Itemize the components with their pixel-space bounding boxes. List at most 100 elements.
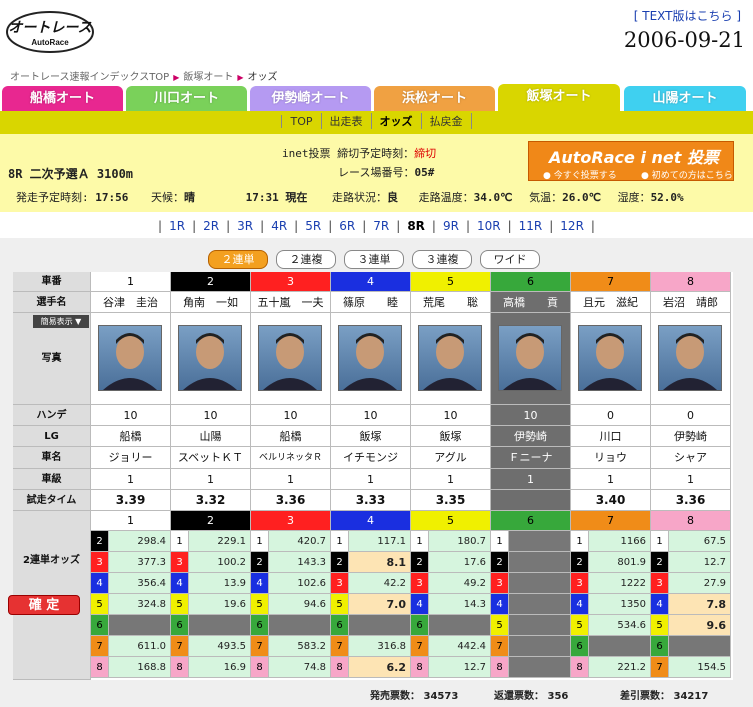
bet-type-3[interactable]: ３連複 [412,250,472,269]
text-version-link[interactable]: [ TEXT版はこちら ] [634,7,741,24]
odds-value[interactable] [509,657,571,678]
odds-value[interactable]: 611.0 [109,636,171,657]
car-name-value: シャア [651,447,731,469]
race-nav-10[interactable]: 10R [470,214,508,238]
odds-value[interactable]: 801.9 [589,552,651,573]
odds-value[interactable]: 13.9 [189,573,251,594]
odds-value[interactable]: 1350 [589,594,651,615]
odds-value[interactable]: 12.7 [669,552,731,573]
odds-value[interactable] [509,594,571,615]
bet-type-4[interactable]: ワイド [480,250,540,269]
view-select[interactable]: 簡易表示 ▼ [33,315,89,328]
tab-hamamatsu[interactable]: 浜松オート [374,86,495,112]
odds-value[interactable] [509,636,571,657]
race-nav-8[interactable]: 8R [400,214,432,238]
odds-value[interactable] [349,615,411,636]
odds-value[interactable]: 42.2 [349,573,411,594]
odds-value[interactable]: 356.4 [109,573,171,594]
odds-value[interactable]: 12.7 [429,657,491,678]
odds-value[interactable]: 420.7 [269,531,331,552]
odds-value[interactable]: 316.8 [349,636,411,657]
race-nav-3[interactable]: 3R [230,214,260,238]
odds-value[interactable] [189,615,251,636]
odds-value[interactable] [109,615,171,636]
odds-partner-no: 3 [651,573,669,594]
subnav-odds[interactable]: オッズ [370,113,421,129]
odds-value[interactable]: 17.6 [429,552,491,573]
odds-value[interactable]: 377.3 [109,552,171,573]
race-nav-11[interactable]: 11R [512,214,550,238]
breadcrumb-top[interactable]: オートレース速報インデックスTOP [10,72,169,83]
odds-value[interactable]: 27.9 [669,573,731,594]
race-conditions: 発走予定時刻: 17:56 天候：晴 17:31 現在 走路状況：良 走路温度：… [16,191,684,204]
odds-value[interactable]: 16.9 [189,657,251,678]
subnav-top[interactable]: TOP [281,115,320,128]
race-nav-1[interactable]: 1R [162,214,192,238]
lg-value: 船橋 [251,426,331,447]
odds-partner-no: 4 [411,594,429,615]
odds-value[interactable] [269,615,331,636]
odds-value[interactable]: 180.7 [429,531,491,552]
bet-type-0[interactable]: ２連単 [208,250,268,269]
race-nav-7[interactable]: 7R [366,214,396,238]
odds-value[interactable]: 143.3 [269,552,331,573]
race-nav-4[interactable]: 4R [264,214,294,238]
odds-value[interactable]: 8.1 [349,552,411,573]
odds-value[interactable]: 9.6 [669,615,731,636]
racer-photo-cell [171,313,251,405]
tab-funabashi[interactable]: 船橋オート [2,86,123,112]
tab-kawaguchi[interactable]: 川口オート [126,86,247,112]
breadcrumb-venue[interactable]: 飯塚オート [183,72,233,83]
banner-vote-now[interactable]: ● 今すぐ投票する [543,168,617,181]
race-nav-9[interactable]: 9R [436,214,466,238]
tab-iizuka[interactable]: 飯塚オート [498,84,620,112]
subnav-entries[interactable]: 出走表 [320,113,371,129]
odds-value[interactable]: 19.6 [189,594,251,615]
autorace-logo[interactable]: オートレース AutoRace [6,10,94,54]
odds-value[interactable] [429,615,491,636]
chevron-right-icon: ▶ [237,73,244,82]
odds-value[interactable] [669,636,731,657]
odds-value[interactable] [509,573,571,594]
odds-value[interactable]: 493.5 [189,636,251,657]
odds-value[interactable]: 14.3 [429,594,491,615]
odds-value[interactable]: 229.1 [189,531,251,552]
odds-value[interactable]: 324.8 [109,594,171,615]
odds-value[interactable] [589,636,651,657]
odds-value[interactable]: 154.5 [669,657,731,678]
odds-value[interactable]: 168.8 [109,657,171,678]
banner-first-time[interactable]: ● 初めての方はこちら [641,168,733,181]
odds-value[interactable] [509,552,571,573]
logo-sub: AutoRace [31,38,69,47]
tab-isesaki[interactable]: 伊勢崎オート [250,86,371,112]
odds-value[interactable]: 117.1 [349,531,411,552]
race-nav-5[interactable]: 5R [298,214,328,238]
odds-value[interactable]: 74.8 [269,657,331,678]
odds-value[interactable]: 102.6 [269,573,331,594]
odds-value[interactable]: 100.2 [189,552,251,573]
odds-value[interactable]: 1222 [589,573,651,594]
racer-silhouette-icon [103,333,157,390]
odds-value[interactable]: 221.2 [589,657,651,678]
odds-value[interactable]: 94.6 [269,594,331,615]
odds-value[interactable]: 7.0 [349,594,411,615]
bet-type-2[interactable]: ３連単 [344,250,404,269]
race-nav-12[interactable]: 12R [553,214,591,238]
odds-value[interactable]: 67.5 [669,531,731,552]
odds-value[interactable]: 1166 [589,531,651,552]
race-nav-6[interactable]: 6R [332,214,362,238]
odds-value[interactable] [509,615,571,636]
odds-value[interactable]: 534.6 [589,615,651,636]
tab-sanyo[interactable]: 山陽オート [624,86,746,112]
odds-value[interactable]: 442.4 [429,636,491,657]
odds-value[interactable]: 298.4 [109,531,171,552]
race-nav-2[interactable]: 2R [196,214,226,238]
odds-value[interactable]: 6.2 [349,657,411,678]
odds-value[interactable]: 583.2 [269,636,331,657]
odds-value[interactable] [509,531,571,552]
subnav-payout[interactable]: 払戻金 [420,113,472,129]
odds-value[interactable]: 49.2 [429,573,491,594]
odds-value[interactable]: 7.8 [669,594,731,615]
inet-vote-banner[interactable]: AutoRace i net 投票 ● 今すぐ投票する ● 初めての方はこちら [528,141,734,181]
bet-type-1[interactable]: ２連複 [276,250,336,269]
